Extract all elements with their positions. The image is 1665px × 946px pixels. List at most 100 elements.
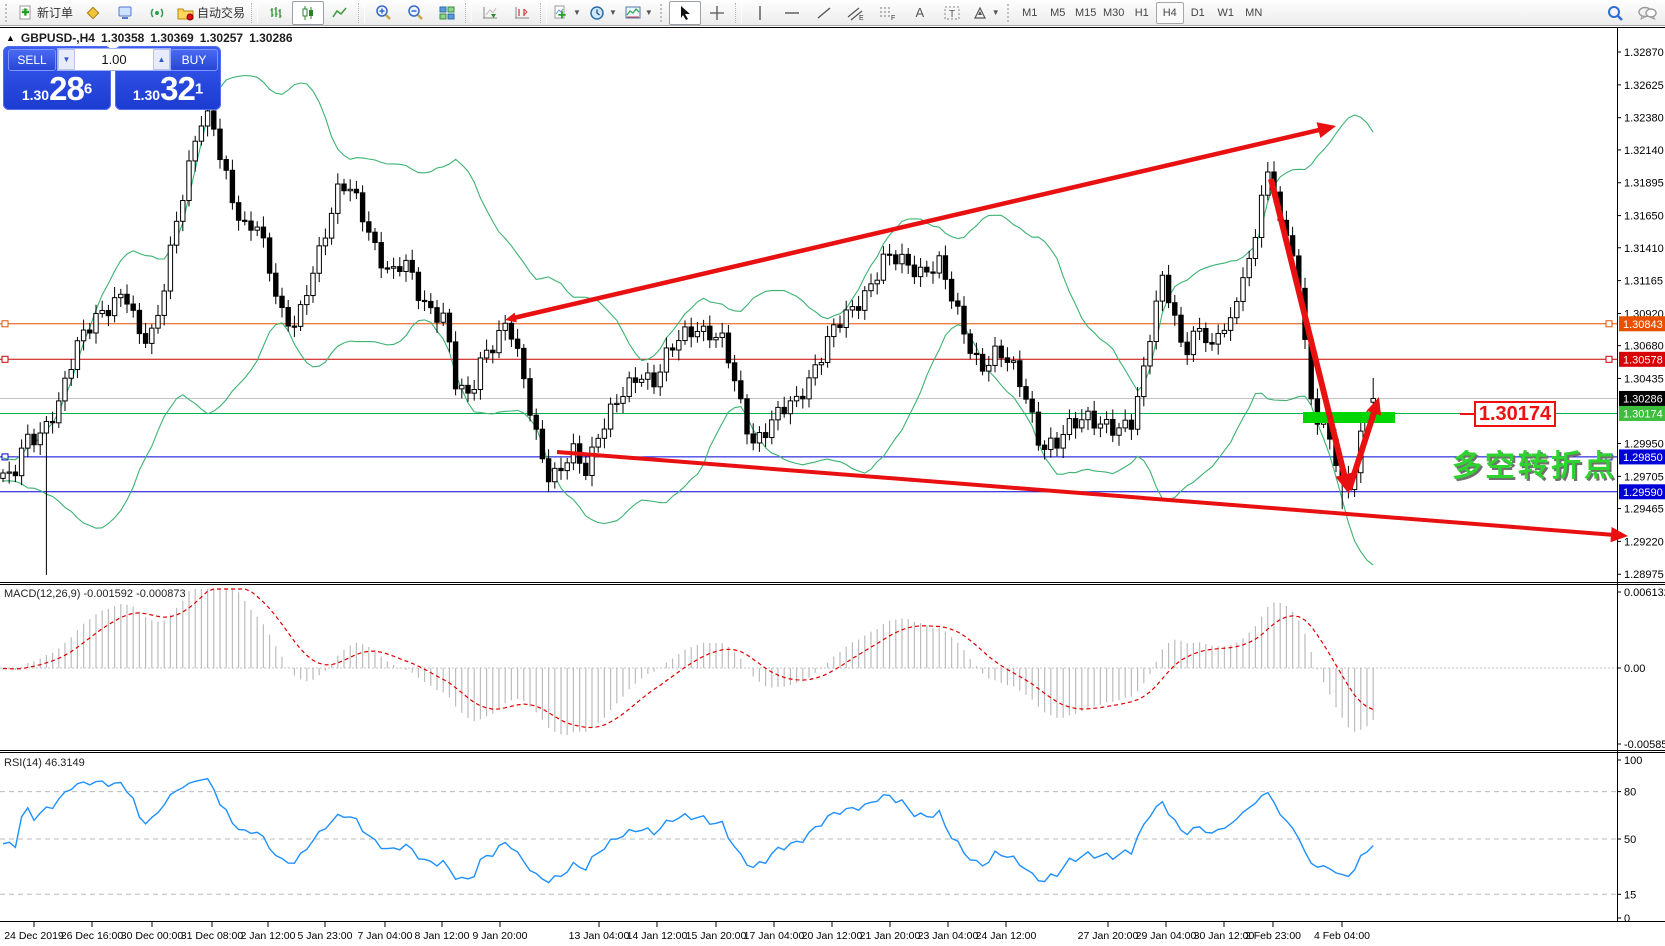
search-icon	[1606, 4, 1624, 22]
svg-text:1.29705: 1.29705	[1624, 471, 1664, 483]
timeframe-button-m5[interactable]: M5	[1044, 2, 1072, 24]
cursor-tool-button[interactable]	[669, 1, 701, 25]
timeframe-group: M1M5M15M30H1H4D1W1MN	[1016, 2, 1268, 24]
timeframe-button-m30[interactable]: M30	[1100, 2, 1128, 24]
search-button[interactable]	[1599, 1, 1631, 25]
candle-chart-mode-button[interactable]	[292, 1, 324, 25]
svg-text:8 Jan 12:00: 8 Jan 12:00	[415, 930, 470, 942]
sell-price[interactable]: 1.30286	[3, 70, 111, 108]
volume-input[interactable]: 1.00	[75, 49, 153, 70]
fibonacci-icon: F	[879, 5, 897, 21]
text-tool-icon: A	[915, 5, 924, 20]
green-highlight-zone[interactable]	[1303, 412, 1395, 423]
toolbar-separator	[358, 3, 365, 23]
line-chart-mode-button[interactable]	[324, 1, 356, 25]
turning-point-note[interactable]: 多空转折点	[1452, 441, 1617, 485]
toolbar-separator	[251, 3, 258, 23]
market-watch-button[interactable]	[109, 1, 141, 25]
collapse-panel-icon[interactable]: ▲	[6, 33, 15, 43]
low-value: 1.30257	[200, 31, 243, 45]
toolbar-grip[interactable]	[1007, 4, 1013, 22]
svg-text:17 Jan 04:00: 17 Jan 04:00	[744, 930, 805, 942]
price-annotation-label[interactable]: 1.30174	[1474, 401, 1556, 427]
svg-text:100: 100	[1624, 755, 1642, 767]
auto-scroll-button[interactable]	[474, 1, 506, 25]
timeframe-button-h4[interactable]: H4	[1156, 2, 1184, 24]
timeframe-button-m15[interactable]: M15	[1072, 2, 1100, 24]
svg-text:-0.00585: -0.00585	[1624, 739, 1665, 751]
text-tool-button[interactable]: A	[904, 1, 936, 25]
svg-text:1.30286: 1.30286	[1623, 393, 1663, 405]
rsi-label: RSI(14) 46.3149	[4, 757, 85, 769]
svg-text:1.32380: 1.32380	[1624, 113, 1664, 125]
mt4-terminal: { "toolbar": { "new_order_label": "新订单",…	[0, 0, 1665, 946]
svg-text:1.30578: 1.30578	[1623, 354, 1663, 366]
toolbar-separator	[540, 3, 547, 23]
dropdown-caret: ▼	[573, 8, 581, 17]
crosshair-icon	[709, 5, 725, 21]
trendline-icon	[816, 5, 832, 21]
svg-text:1.32625: 1.32625	[1624, 80, 1664, 92]
label-tool-button[interactable]: T	[936, 1, 968, 25]
svg-text:0.006132: 0.006132	[1624, 587, 1665, 599]
timeframe-button-w1[interactable]: W1	[1212, 2, 1240, 24]
market-watch-icon	[117, 5, 133, 21]
svg-text:30 Dec 00:00: 30 Dec 00:00	[121, 930, 184, 942]
vertical-line-tool-button[interactable]	[744, 1, 776, 25]
zoom-in-button[interactable]	[367, 1, 399, 25]
price-flag-connector	[1460, 413, 1474, 415]
template-icon	[625, 5, 641, 21]
svg-text:24 Jan 12:00: 24 Jan 12:00	[976, 930, 1037, 942]
timeframes-menu-button[interactable]: ▼	[585, 1, 621, 25]
add-indicator-icon	[553, 5, 569, 21]
new-order-button[interactable]: 新订单	[14, 1, 77, 25]
trendline-tool-button[interactable]	[808, 1, 840, 25]
vertical-line-icon	[752, 5, 768, 21]
timeframe-button-m1[interactable]: M1	[1016, 2, 1044, 24]
candlestick-icon	[300, 5, 316, 21]
svg-text:9 Jan 20:00: 9 Jan 20:00	[473, 930, 528, 942]
timeframe-button-d1[interactable]: D1	[1184, 2, 1212, 24]
toolbar-grip[interactable]	[5, 4, 11, 22]
chat-button[interactable]	[1631, 1, 1663, 25]
horizontal-line-tool-button[interactable]	[776, 1, 808, 25]
channel-tool-button[interactable]: E	[840, 1, 872, 25]
chart-ohlc-header: ▲ GBPUSD-,H4 1.30358 1.30369 1.30257 1.3…	[6, 31, 293, 45]
svg-text:1.30174: 1.30174	[1623, 408, 1663, 420]
volume-increase-button[interactable]: ▲	[153, 49, 170, 70]
crosshair-tool-button[interactable]	[701, 1, 733, 25]
svg-text:20 Jan 12:00: 20 Jan 12:00	[802, 930, 863, 942]
sell-button[interactable]: SELL	[8, 49, 56, 71]
svg-text:1.31895: 1.31895	[1624, 178, 1664, 190]
buy-price[interactable]: 1.30321	[115, 70, 221, 108]
new-chart-button[interactable]	[77, 1, 109, 25]
chart-shift-button[interactable]	[506, 1, 538, 25]
svg-text:80: 80	[1624, 787, 1636, 799]
svg-text:1.30680: 1.30680	[1624, 341, 1664, 353]
svg-text:1.29220: 1.29220	[1624, 536, 1664, 548]
timeframe-button-mn[interactable]: MN	[1240, 2, 1268, 24]
bar-chart-mode-button[interactable]	[260, 1, 292, 25]
chart-canvas[interactable]: 1.328701.326251.323801.321401.318951.316…	[0, 0, 1665, 946]
time-axis: 24 Dec 201926 Dec 16:0030 Dec 00:0031 De…	[4, 922, 1370, 942]
toolbar-grip[interactable]	[660, 4, 666, 22]
volume-decrease-button[interactable]: ▼	[58, 49, 75, 70]
timeframe-button-h1[interactable]: H1	[1128, 2, 1156, 24]
indicators-menu-button[interactable]: ▼	[549, 1, 585, 25]
buy-button[interactable]: BUY	[170, 49, 218, 71]
templates-menu-button[interactable]: ▼	[621, 1, 657, 25]
svg-text:24 Dec 2019: 24 Dec 2019	[4, 930, 64, 942]
auto-trading-label: 自动交易	[197, 4, 245, 21]
bar-chart-icon	[268, 5, 284, 21]
zoom-out-button[interactable]	[399, 1, 431, 25]
signals-button[interactable]	[141, 1, 173, 25]
svg-text:1.30435: 1.30435	[1624, 373, 1664, 385]
fibonacci-tool-button[interactable]: F	[872, 1, 904, 25]
main-toolbar: 新订单 自动交易 ▼ ▼ ▼ E F A T ▼ M1M5M15M30H1H4D…	[0, 0, 1665, 26]
auto-trading-button[interactable]: 自动交易	[173, 1, 249, 25]
svg-text:5 Jan 23:00: 5 Jan 23:00	[298, 930, 353, 942]
arrows-tool-button[interactable]: ▼	[968, 1, 1004, 25]
tile-windows-button[interactable]	[431, 1, 463, 25]
svg-text:1.31165: 1.31165	[1624, 276, 1663, 288]
svg-text:26 Dec 16:00: 26 Dec 16:00	[61, 930, 124, 942]
